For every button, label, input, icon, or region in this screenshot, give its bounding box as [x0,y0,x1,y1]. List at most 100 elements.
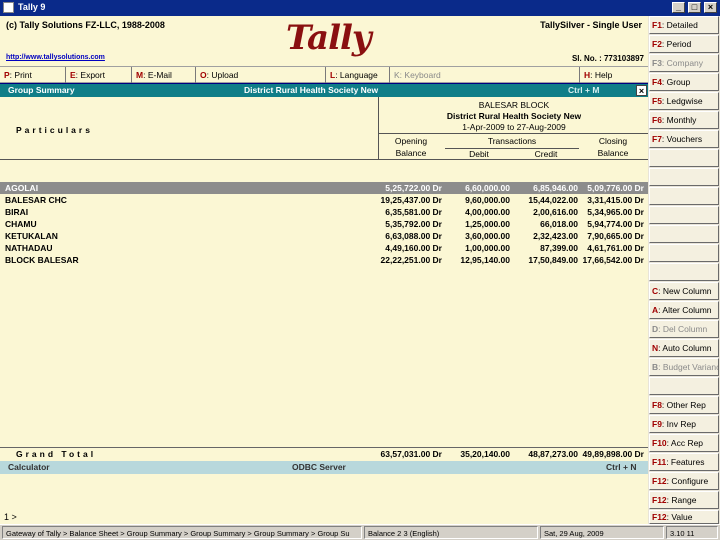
website-link[interactable]: http://www.tallysolutions.com [6,54,105,61]
row-closing: 4,61,761.00 Dr [587,243,644,253]
row-credit: 17,50,849.00 [528,255,578,265]
table-row[interactable]: CHAMU 5,35,792.00 Dr 1,25,000.00 66,018.… [0,218,648,230]
key: F11 [652,457,667,467]
copyright-text: (c) Tally Solutions FZ-LLC, 1988-2008 [6,20,165,30]
report-period: 1-Apr-2009 to 27-Aug-2009 [462,122,566,132]
row-opening: 19,25,437.00 Dr [380,195,442,205]
minimize-button[interactable]: _ [672,2,685,13]
new-column-button[interactable]: C: New Column [649,282,719,300]
menu-print[interactable]: P: Print [0,67,66,83]
row-name: BLOCK BALESAR [5,255,79,265]
row-name: CHAMU [5,219,37,229]
report-company: District Rural Health Society New [244,85,379,95]
grand-total-debit: 35,20,140.00 [460,449,510,459]
report-block-title: BALESAR BLOCK [478,100,550,110]
row-credit: 66,018.00 [540,219,578,229]
value-button[interactable]: F12: Value [649,510,719,524]
features-button[interactable]: F11: Features [649,453,719,471]
table-row[interactable]: BLOCK BALESAR 22,22,251.00 Dr 12,95,140.… [0,254,648,266]
blank-button [649,377,719,395]
configure-button[interactable]: F12: Configure [649,472,719,490]
row-opening: 4,49,160.00 Dr [385,243,442,253]
label: : New Column [658,286,712,296]
row-credit: 87,399.00 [540,243,578,253]
menu-export-label: : Export [75,70,105,80]
acc-rep-button[interactable]: F10: Acc Rep [649,434,719,452]
key: F8 [652,400,662,410]
key: F12 [652,512,667,522]
window-title: Tally 9 [18,2,46,12]
table-row[interactable]: BIRAI 6,35,581.00 Dr 4,00,000.00 2,00,61… [0,206,648,218]
blank-button [649,225,719,243]
close-button[interactable]: × [704,2,717,13]
calculator-bar: Calculator ODBC Server Ctrl + N [0,461,648,474]
vouchers-button[interactable]: F7: Vouchers [649,130,719,148]
inv-rep-button[interactable]: F9: Inv Rep [649,415,719,433]
label: : Auto Column [658,343,712,353]
menu-upload-key: O [200,70,207,80]
closing-header: Closing [598,136,628,146]
menu-keyboard[interactable]: K: Keyboard [390,67,580,83]
label: : Acc Rep [666,438,704,448]
grand-total-label: Grand Total [16,449,97,459]
monthly-button[interactable]: F6: Monthly [649,111,719,129]
auto-column-button[interactable]: N: Auto Column [649,339,719,357]
label: : Detailed [661,20,698,30]
group-button[interactable]: F4: Group [649,73,719,91]
label: : Company [661,58,704,68]
other-rep-button[interactable]: F8: Other Rep [649,396,719,414]
menu-language[interactable]: L: Language [326,67,390,83]
row-debit: 12,95,140.00 [460,255,510,265]
row-name: AGOLAI [5,183,39,193]
menu-help[interactable]: H: Help [580,67,648,83]
label: : Range [666,495,697,505]
header-band: (c) Tally Solutions FZ-LLC, 1988-2008 Ta… [0,16,648,66]
report-body: Particulars BALESAR BLOCK District Rural… [0,97,648,461]
del-column-button[interactable]: D: Del Column [649,320,719,338]
column-divider [0,159,648,160]
table-row[interactable]: NATHADAU 4,49,160.00 Dr 1,00,000.00 87,3… [0,242,648,254]
table-row[interactable]: AGOLAI 5,25,722.00 Dr 6,60,000.00 6,85,9… [0,182,648,194]
row-credit: 15,44,022.00 [528,195,578,205]
calculator-area[interactable]: 1 > [0,474,648,524]
maximize-button[interactable]: □ [688,2,701,13]
close-report-icon[interactable]: × [636,85,647,96]
label: : Period [661,39,692,49]
row-closing: 5,94,774.00 Dr [587,219,644,229]
menu-export[interactable]: E: Export [66,67,132,83]
range-button[interactable]: F12: Range [649,491,719,509]
tally-logo: Tally [286,18,372,58]
menu-keyboard-label: : Keyboard [399,70,441,80]
status-language: Balance 2 3 (English) [364,526,538,539]
row-debit: 9,60,000.00 [465,195,510,205]
row-closing: 3,31,415.00 Dr [587,195,644,205]
row-debit: 3,60,000.00 [465,231,510,241]
key: F3 [652,58,662,68]
menu-upload[interactable]: O: Upload [196,67,326,83]
table-row[interactable]: BALESAR CHC 19,25,437.00 Dr 9,60,000.00 … [0,194,648,206]
menu-print-label: : Print [9,70,32,80]
key: F4 [652,77,662,87]
label: : Inv Rep [661,419,696,429]
column-divider [378,133,648,134]
table-row[interactable]: KETUKALAN 6,63,088.00 Dr 3,60,000.00 2,3… [0,230,648,242]
key: F7 [652,134,662,144]
report-header-bar: Group Summary District Rural Health Soci… [0,84,648,97]
company-button[interactable]: F3: Company [649,54,719,72]
period-button[interactable]: F2: Period [649,35,719,53]
alter-column-button[interactable]: A: Alter Column [649,301,719,319]
blank-button [649,168,719,186]
transactions-header: Transactions [487,136,537,146]
opening-balance-header: Balance [395,148,427,158]
row-opening: 6,35,581.00 Dr [385,207,442,217]
menu-email[interactable]: M: E-Mail [132,67,196,83]
ledgwise-button[interactable]: F5: Ledgwise [649,92,719,110]
row-debit: 6,60,000.00 [465,183,510,193]
status-version: 3.10 11 [666,526,718,539]
budget-variance-button[interactable]: B: Budget Variance [649,358,719,376]
row-closing: 17,66,542.00 Dr [582,255,644,265]
row-name: BALESAR CHC [5,195,67,205]
row-opening: 5,25,722.00 Dr [385,183,442,193]
row-debit: 4,00,000.00 [465,207,510,217]
detailed-button[interactable]: F1: Detailed [649,16,719,34]
